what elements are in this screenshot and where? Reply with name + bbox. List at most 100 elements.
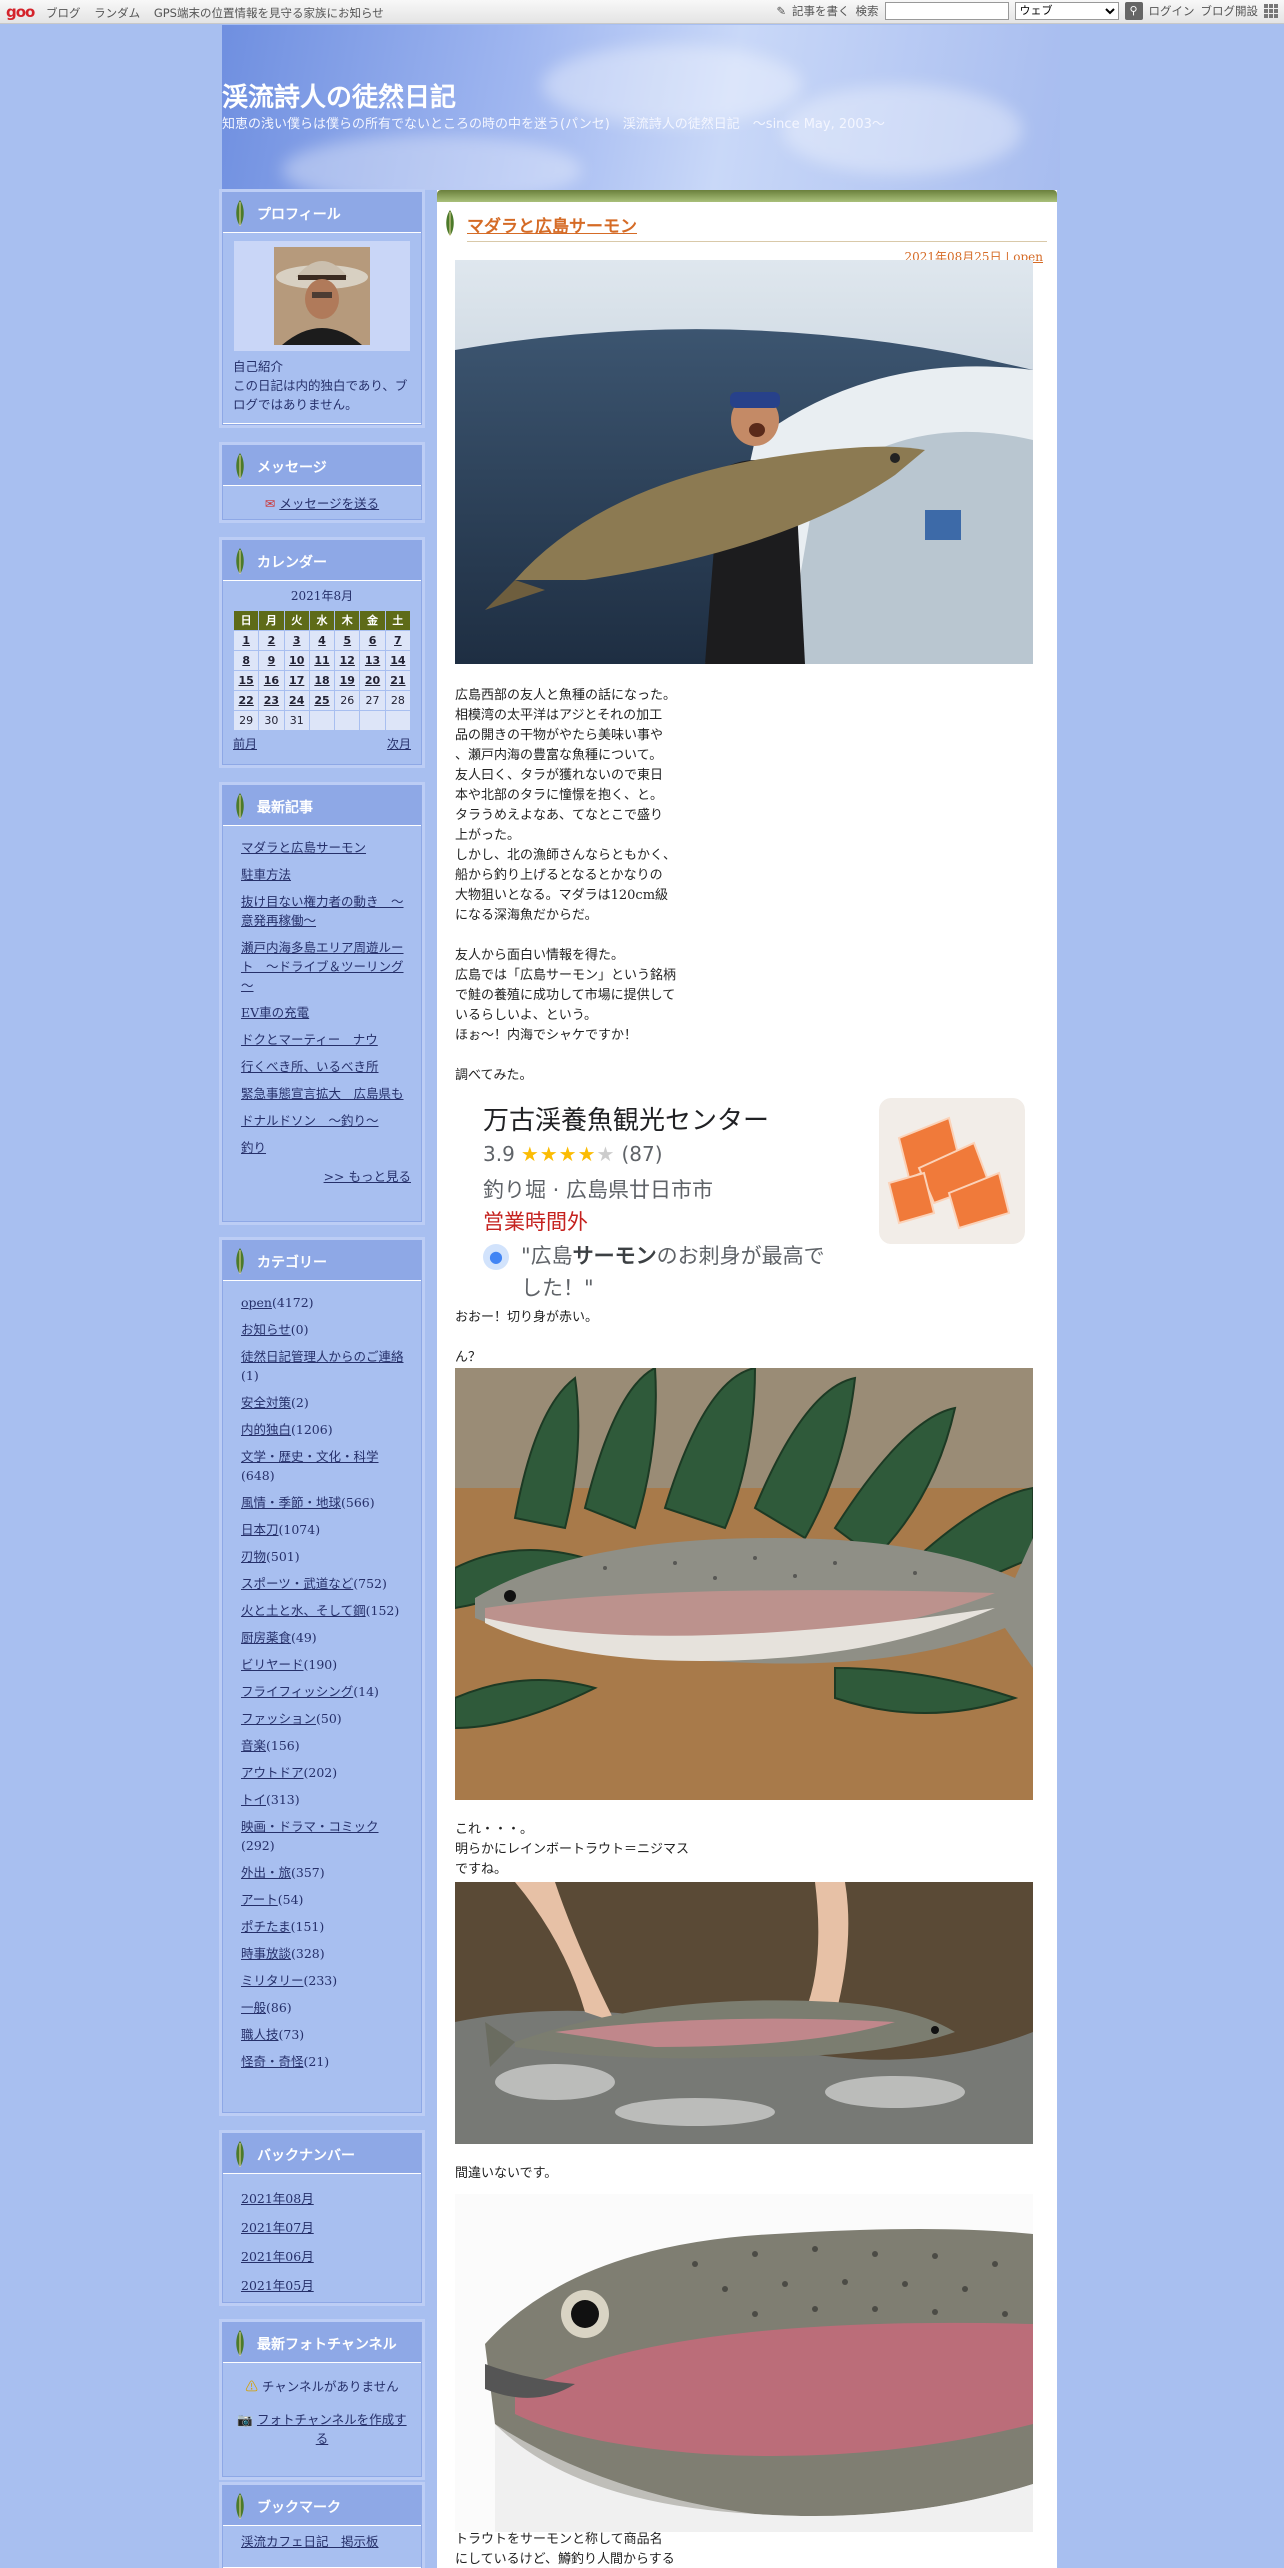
toolbar-link-blog[interactable]: ブログ xyxy=(46,6,81,20)
calendar-weekday: 金 xyxy=(359,610,386,631)
blog-title[interactable]: 渓流詩人の徒然日記 xyxy=(222,77,456,114)
category-link[interactable]: 風情・季節・地球 xyxy=(241,1495,341,1510)
recent-post-link[interactable]: ドナルドソン ～釣り～ xyxy=(233,1107,411,1134)
calendar-day[interactable]: 25 xyxy=(308,690,336,711)
search-input[interactable] xyxy=(884,2,1009,20)
calendar-day[interactable]: 20 xyxy=(359,670,386,691)
profile-box: プロフィール 自己紹介 この日記は内的独白であり、ブログではありません。 xyxy=(222,192,422,425)
category-link[interactable]: ポチたま xyxy=(241,1919,291,1934)
avatar[interactable] xyxy=(274,247,370,345)
profile-self-intro-link[interactable]: 自己紹介 xyxy=(233,357,411,376)
calendar-day[interactable]: 11 xyxy=(308,650,336,671)
send-message-link[interactable]: メッセージを送る xyxy=(279,496,379,511)
calendar-day[interactable]: 4 xyxy=(308,630,336,651)
category-item: 一般(86) xyxy=(233,1994,411,2021)
category-link[interactable]: 火と土と水、そして鋼 xyxy=(241,1603,366,1618)
category-link[interactable]: 安全対策 xyxy=(241,1395,291,1410)
category-link[interactable]: open xyxy=(241,1295,272,1310)
recent-post-link[interactable]: 釣り xyxy=(233,1134,411,1161)
category-count: (566) xyxy=(341,1495,375,1510)
post-paragraph: おおー！切り身が赤い。 xyxy=(455,1310,599,1325)
calendar-day[interactable]: 14 xyxy=(384,650,412,671)
calendar-day[interactable]: 3 xyxy=(283,630,310,651)
category-link[interactable]: フライフィッシング xyxy=(241,1684,353,1699)
calendar-day[interactable]: 6 xyxy=(359,630,386,651)
category-link[interactable]: アート xyxy=(241,1892,278,1907)
create-channel-link[interactable]: フォトチャンネルを作成する xyxy=(257,2412,407,2446)
login-link[interactable]: ログイン xyxy=(1149,3,1195,19)
calendar-day[interactable]: 24 xyxy=(283,690,310,711)
category-item: 映画・ドラマ・コミック (292) xyxy=(233,1813,411,1859)
category-link[interactable]: 職人技 xyxy=(241,2027,279,2042)
category-link[interactable]: 映画・ドラマ・コミック xyxy=(241,1819,379,1834)
calendar-next-link[interactable]: 次月 xyxy=(387,735,411,754)
bookmark-link[interactable]: 渓流カフェ日記 掲示板 xyxy=(233,2528,411,2555)
backnumber-link[interactable]: 2021年08月 xyxy=(233,2184,411,2213)
recent-post-link[interactable]: 緊急事態宣言拡大 広島県も xyxy=(233,1080,411,1107)
category-link[interactable]: ミリタリー xyxy=(241,1973,304,1988)
calendar-day[interactable]: 5 xyxy=(334,630,361,651)
toolbar-right: ✎ 記事を書く 検索 ウェブ ⚲ ログイン ブログ開設 xyxy=(776,2,1278,20)
toolbar-link-random[interactable]: ランダム xyxy=(94,6,140,20)
category-link[interactable]: 日本刀 xyxy=(241,1522,279,1537)
recent-post-link[interactable]: 抜け目ない権力者の動き ～意発再稼働～ xyxy=(233,888,411,934)
calendar-day[interactable]: 18 xyxy=(308,670,336,691)
category-link[interactable]: トイ xyxy=(241,1792,266,1807)
envelope-icon: ✉ xyxy=(264,496,276,511)
category-item: 外出・旅(357) xyxy=(233,1859,411,1886)
toolbar-link-gps[interactable]: GPS端末の位置情報を見守る家族にお知らせ xyxy=(154,6,384,20)
category-count: (0) xyxy=(290,1322,309,1337)
goo-logo[interactable]: goo xyxy=(6,3,35,21)
calendar-prev-link[interactable]: 前月 xyxy=(233,735,257,754)
calendar-day[interactable]: 19 xyxy=(334,670,361,691)
write-article-link[interactable]: 記事を書く xyxy=(792,3,850,19)
calendar-day[interactable]: 2 xyxy=(258,630,285,651)
backnumber-link[interactable]: 2021年06月 xyxy=(233,2242,411,2271)
category-link[interactable]: アウトドア xyxy=(241,1765,304,1780)
category-link[interactable]: 文学・歴史・文化・科学 xyxy=(241,1449,379,1464)
recent-post-link[interactable]: EV車の充電 xyxy=(233,999,411,1026)
calendar-day[interactable]: 1 xyxy=(232,630,260,651)
search-scope-select[interactable]: ウェブ xyxy=(1014,2,1119,20)
backnumber-link[interactable]: 2021年07月 xyxy=(233,2213,411,2242)
category-link[interactable]: 音楽 xyxy=(241,1738,266,1753)
recent-post-link[interactable]: ドクとマーティー ナウ xyxy=(233,1026,411,1053)
search-button[interactable]: ⚲ xyxy=(1124,2,1143,20)
category-link[interactable]: ファッション xyxy=(241,1711,316,1726)
calendar-day[interactable]: 17 xyxy=(283,670,310,691)
category-link[interactable]: 内的独白 xyxy=(241,1422,291,1437)
message-heading: メッセージ xyxy=(223,446,421,486)
calendar-day[interactable]: 8 xyxy=(232,650,260,671)
calendar-day[interactable]: 7 xyxy=(384,630,412,651)
calendar-day[interactable]: 22 xyxy=(232,690,260,711)
recent-post-link[interactable]: 駐車方法 xyxy=(233,861,411,888)
more-posts-link[interactable]: >> もっと見る xyxy=(233,1167,411,1186)
calendar-day[interactable]: 23 xyxy=(258,690,285,711)
calendar-day[interactable]: 13 xyxy=(359,650,386,671)
category-link[interactable]: ビリヤード xyxy=(241,1657,304,1672)
post-title[interactable]: マダラと広島サーモン xyxy=(467,217,637,237)
post-text-block-3: これ・・・。 明らかにレインボートラウト＝ニジマス ですね。 xyxy=(455,1820,1033,1880)
calendar-day[interactable]: 12 xyxy=(334,650,361,671)
calendar-day[interactable]: 15 xyxy=(232,670,260,691)
recent-post-link[interactable]: 行くべき所、いるべき所 xyxy=(233,1053,411,1080)
category-link[interactable]: 外出・旅 xyxy=(241,1865,291,1880)
category-link[interactable]: 刃物 xyxy=(241,1549,266,1564)
calendar-day[interactable]: 21 xyxy=(384,670,412,691)
category-link[interactable]: お知らせ xyxy=(241,1322,291,1337)
category-link[interactable]: 一般 xyxy=(241,2000,266,2015)
backnumber-link[interactable]: 2021年05月 xyxy=(233,2271,411,2300)
blog-open-link[interactable]: ブログ開設 xyxy=(1201,3,1259,19)
calendar-day[interactable]: 16 xyxy=(258,670,285,691)
recent-post-link[interactable]: 瀬戸内海多島エリア周遊ルート ～ドライブ＆ツーリング～ xyxy=(233,934,411,999)
category-link[interactable]: スポーツ・武道など xyxy=(241,1576,353,1591)
category-link[interactable]: 徒然日記管理人からのご連絡 xyxy=(241,1349,404,1364)
category-link[interactable]: 怪奇・奇怪 xyxy=(241,2054,304,2069)
category-link[interactable]: 時事放談 xyxy=(241,1946,291,1961)
app-grid-icon[interactable] xyxy=(1264,4,1278,18)
calendar-day[interactable]: 9 xyxy=(258,650,285,671)
recent-post-link[interactable]: マダラと広島サーモン xyxy=(233,834,411,861)
leaf-icon xyxy=(236,453,244,479)
calendar-day[interactable]: 10 xyxy=(283,650,310,671)
category-link[interactable]: 厨房薬食 xyxy=(241,1630,291,1645)
